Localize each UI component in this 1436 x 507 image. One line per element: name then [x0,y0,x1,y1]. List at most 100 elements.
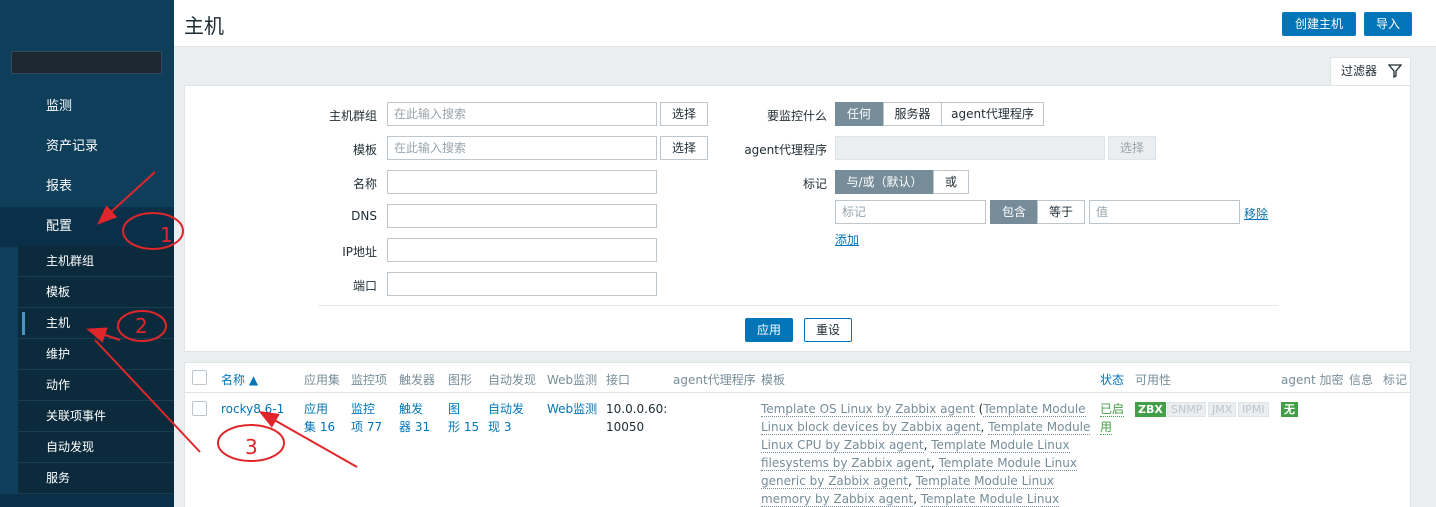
availability-zbx-badge: ZBX [1135,402,1166,417]
tag-add-link[interactable]: 添加 [835,231,859,248]
page-title: 主机 [184,14,224,38]
sidebar-item-actions[interactable]: 动作 [18,370,174,401]
col-header-web: Web监测 [547,373,598,387]
col-header-discovery: 自动发现 [488,373,537,387]
col-header-interface: 接口 [606,373,631,387]
monitored-by-any[interactable]: 任何 [835,102,883,126]
host-name-link[interactable]: rocky8.6-1 [221,400,284,418]
triggers-link-line2: 器 31 [399,420,431,434]
port-input[interactable] [387,272,657,296]
web-link[interactable]: Web监测 [547,400,597,418]
filter-panel: 主机群组 在此输入搜索 选择 模板 在此输入搜索 选择 名称 DNS IP地址 … [184,85,1411,352]
dns-label: DNS [351,209,377,223]
monitored-by-label: 要监控什么 [766,109,827,123]
template-sep: , [913,492,921,506]
col-header-info: 信息 [1349,373,1374,387]
applications-link-line2: 集 16 [304,420,336,434]
col-header-tags: 标记 [1383,373,1408,387]
monitored-by-server[interactable]: 服务器 [883,102,942,126]
col-header-items: 监控项 [351,373,388,387]
col-header-applications: 应用集 [304,373,341,387]
interface-port: 10050 [606,420,645,434]
interface-value: 10.0.0.60: 10050 [606,400,667,436]
host-group-input[interactable]: 在此输入搜索 [387,102,657,126]
template-sep: , [907,474,916,488]
filter-icon [1388,64,1402,78]
discovery-link-line2: 现 3 [488,420,512,434]
apply-button[interactable]: 应用 [745,318,793,342]
status-link[interactable]: 已启 用 [1100,400,1125,436]
sidebar-item-maintenance[interactable]: 维护 [18,339,174,370]
col-header-triggers: 触发器 [399,373,436,387]
applications-link-line1: 应用 [304,402,329,416]
sidebar-item-configuration[interactable]: 配置 [0,207,174,247]
page-header: 主机 创建主机 导入 [174,0,1436,47]
items-link-line2: 项 77 [351,420,383,434]
import-button[interactable]: 导入 [1364,12,1412,36]
tag-value-input[interactable]: 值 [1089,200,1240,224]
applications-link[interactable]: 应用 集 16 [304,400,335,436]
graphs-link[interactable]: 图 形 15 [448,400,479,436]
items-link-line1: 监控 [351,402,376,416]
sidebar-item-host-groups[interactable]: 主机群组 [18,246,174,277]
sidebar: 监测 资产记录 报表 配置 主机群组 模板 主机 维护 动作 关联项事件 自动发… [0,0,174,507]
sidebar-item-event-correlation[interactable]: 关联项事件 [18,401,174,432]
header-separator [185,392,1410,393]
sidebar-item-monitoring[interactable]: 监测 [0,87,174,127]
proxy-select-button: 选择 [1108,136,1156,160]
col-header-templates: 模板 [761,373,786,387]
col-header-proxy: agent代理程序 [673,373,756,387]
filter-tab-label: 过滤器 [1341,64,1378,78]
sidebar-item-reports[interactable]: 报表 [0,167,174,207]
sidebar-item-discovery[interactable]: 自动发现 [18,432,174,463]
sidebar-search-box[interactable] [11,51,162,74]
filter-tab[interactable]: 过滤器 [1330,57,1411,86]
host-group-label: 主机群组 [328,109,377,123]
triggers-link[interactable]: 触发 器 31 [399,400,430,436]
sidebar-item-hosts[interactable]: 主机 [18,308,174,339]
discovery-link-line1: 自动发 [488,402,525,416]
tag-name-input[interactable]: 标记 [835,200,986,224]
sidebar-item-inventory[interactable]: 资产记录 [0,127,174,167]
row-checkbox[interactable] [192,401,207,416]
name-label: 名称 [352,177,377,191]
items-link[interactable]: 监控 项 77 [351,400,382,436]
dns-input[interactable] [387,204,657,228]
name-input[interactable] [387,170,657,194]
availability-ipmi-badge: IPMI [1238,402,1269,417]
tags-operator-or[interactable]: 或 [933,170,969,194]
template-sep: , [930,456,939,470]
availability-jmx-badge: JMX [1208,402,1237,417]
sidebar-item-templates[interactable]: 模板 [18,277,174,308]
sidebar-item-services[interactable]: 服务 [18,463,174,494]
tag-match-equals[interactable]: 等于 [1037,200,1085,224]
ip-label: IP地址 [342,245,377,259]
templates-cell: Template OS Linux by Zabbix agent (Templ… [761,400,1091,507]
template-input[interactable]: 在此输入搜索 [387,136,657,160]
col-header-status[interactable]: 状态 [1100,371,1124,388]
hosts-table: 名称 ▲ 应用集 监控项 触发器 图形 自动发现 Web监测 接口 agent代… [184,362,1411,507]
template-label: 模板 [352,143,377,157]
graphs-link-line2: 形 15 [448,420,480,434]
ip-input[interactable] [387,238,657,262]
template-link-os-linux[interactable]: Template OS Linux by Zabbix agent [761,402,975,417]
status-line2: 用 [1100,420,1113,435]
select-all-checkbox[interactable] [192,370,207,385]
tags-operator-and-or[interactable]: 与/或（默认） [835,170,934,194]
port-label: 端口 [352,279,377,293]
graphs-link-line1: 图 [448,402,461,416]
create-host-button[interactable]: 创建主机 [1282,12,1356,36]
reset-button[interactable]: 重设 [804,318,852,342]
interface-address: 10.0.0.60: [606,402,668,416]
proxy-input [835,136,1105,160]
monitored-by-proxy[interactable]: agent代理程序 [941,102,1044,126]
tags-label: 标记 [802,177,827,191]
tag-match-contains[interactable]: 包含 [990,200,1038,224]
col-header-name[interactable]: 名称 ▲ [221,371,258,388]
discovery-link[interactable]: 自动发 现 3 [488,400,524,436]
sidebar-footer [0,494,174,507]
col-header-availability: 可用性 [1135,373,1172,387]
triggers-link-line1: 触发 [399,402,424,416]
tag-remove-link[interactable]: 移除 [1244,205,1268,222]
proxy-label: agent代理程序 [744,143,827,157]
